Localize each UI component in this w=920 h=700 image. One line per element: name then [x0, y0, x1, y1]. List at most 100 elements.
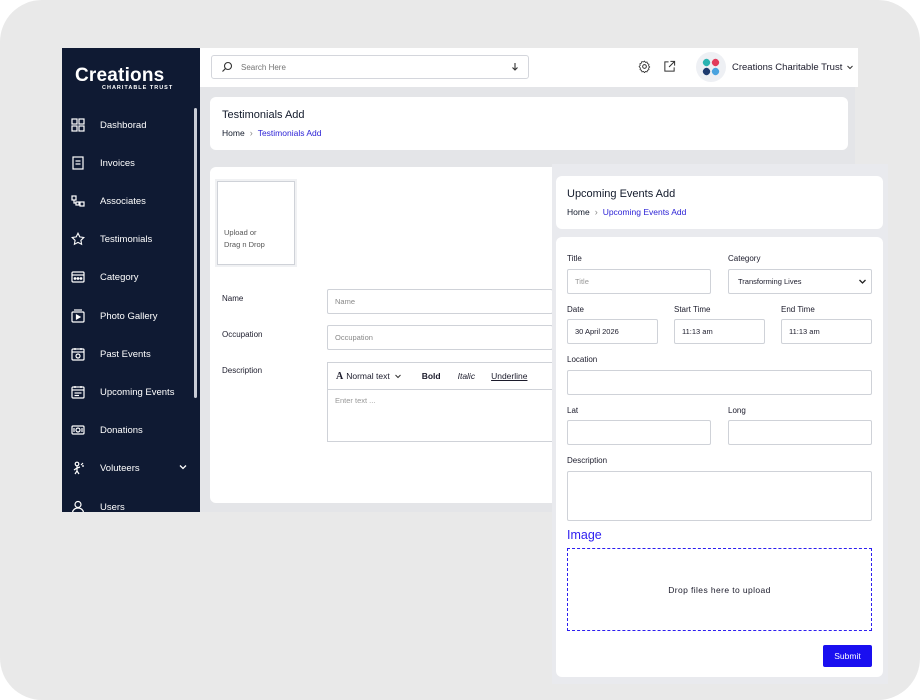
submit-button[interactable]: Submit	[823, 645, 872, 667]
description-label: Description	[567, 456, 608, 465]
image-heading: Image	[567, 528, 602, 542]
upload-hint-line: Upload or	[224, 228, 257, 237]
name-input[interactable]: Name	[327, 289, 553, 314]
breadcrumb-home[interactable]: Home	[222, 128, 245, 138]
description-textarea[interactable]	[567, 471, 872, 521]
breadcrumb: Home › Testimonials Add	[222, 128, 321, 138]
breadcrumb: Home › Upcoming Events Add	[567, 207, 686, 217]
category-select[interactable]: Transforming Lives	[728, 269, 872, 294]
name-label: Name	[222, 294, 244, 303]
image-upload-box[interactable]: Upload or Drag n Drop	[217, 181, 295, 265]
sidebar-item-users[interactable]: Users	[62, 495, 194, 512]
category-icon	[70, 269, 86, 285]
top-bar: Creations Charitable Trust	[200, 48, 858, 87]
brand-logo[interactable]: Creations CHARITABLE TRUST	[75, 65, 174, 92]
sidebar-item-testimonials[interactable]: Testimonials	[62, 227, 194, 251]
sidebar-item-label: Associates	[100, 195, 146, 207]
start-time-label: Start Time	[674, 305, 711, 314]
sidebar-item-label: Upcoming Events	[100, 386, 175, 398]
upcoming-header-card: Upcoming Events Add Home › Upcoming Even…	[556, 176, 883, 229]
date-input[interactable]: 30 April 2026	[567, 319, 658, 344]
sidebar-scrollbar[interactable]	[194, 108, 197, 398]
long-input[interactable]	[728, 420, 872, 445]
sidebar-item-donations[interactable]: Donations	[62, 418, 194, 442]
money-icon	[70, 422, 86, 438]
logo-tagline: CHARITABLE TRUST	[102, 85, 174, 91]
title-label: Title	[567, 254, 582, 263]
upload-hint-line: Drag n Drop	[224, 240, 265, 249]
underline-button[interactable]: Underline	[491, 371, 527, 381]
sidebar-item-upcoming-events[interactable]: Upcoming Events	[62, 380, 194, 404]
chevron-down-icon[interactable]	[846, 63, 854, 71]
breadcrumb-home[interactable]: Home	[567, 207, 590, 217]
breadcrumb-current[interactable]: Testimonials Add	[258, 128, 322, 138]
category-label: Category	[728, 254, 761, 263]
gear-icon[interactable]	[638, 60, 651, 73]
external-link-icon[interactable]	[663, 60, 676, 73]
bold-button[interactable]: Bold	[422, 371, 441, 381]
dropzone-text: Drop files here to upload	[668, 584, 771, 595]
volunteer-icon	[70, 460, 86, 476]
breadcrumb-current[interactable]: Upcoming Events Add	[603, 207, 687, 217]
calendar-upcoming-icon	[70, 384, 86, 400]
start-time-input[interactable]: 11:13 am	[674, 319, 765, 344]
associates-icon	[70, 193, 86, 209]
sidebar-item-label: Dashborad	[100, 119, 147, 131]
format-value: Normal text	[346, 371, 390, 381]
logo-wordmark: Creations	[75, 65, 165, 86]
chevron-down-icon	[394, 374, 401, 379]
download-arrow-icon[interactable]	[510, 62, 520, 72]
photo-gallery-icon	[70, 308, 86, 324]
app-frame: Creations CHARITABLE TRUST Dashborad Inv…	[0, 0, 920, 700]
sidebar-item-past-events[interactable]: Past Events	[62, 342, 194, 366]
text-format-icon: A	[336, 370, 344, 382]
testimonials-header-card: Testimonials Add Home › Testimonials Add	[210, 97, 848, 150]
page-title: Testimonials Add	[222, 109, 305, 121]
sidebar-item-label: Users	[100, 501, 125, 513]
invoice-icon	[70, 155, 86, 171]
chevron-down-icon[interactable]	[178, 462, 188, 472]
breadcrumb-separator-icon: ›	[594, 207, 598, 217]
search-bar[interactable]	[211, 55, 529, 79]
category-selected-value: Transforming Lives	[738, 277, 802, 286]
end-time-input[interactable]: 11:13 am	[781, 319, 872, 344]
file-dropzone[interactable]: Drop files here to upload	[567, 548, 872, 631]
date-label: Date	[567, 305, 584, 314]
chevron-down-icon	[859, 279, 866, 284]
org-logo-mark-icon	[702, 58, 720, 76]
star-icon	[70, 231, 86, 247]
end-time-label: End Time	[781, 305, 815, 314]
sidebar-item-photo-gallery[interactable]: Photo Gallery	[62, 304, 194, 328]
org-name: Creations Charitable Trust	[732, 61, 843, 73]
sidebar-item-label: Testimonials	[100, 233, 153, 245]
sidebar-item-label: Voluteers	[100, 462, 140, 474]
sidebar-item-label: Invoices	[100, 157, 135, 169]
search-input[interactable]	[241, 62, 510, 72]
title-input[interactable]: Title	[567, 269, 711, 294]
location-input[interactable]	[567, 370, 872, 395]
format-dropdown[interactable]: A Normal text	[336, 371, 402, 382]
user-icon	[70, 499, 86, 512]
sidebar-item-volunteers[interactable]: Voluteers	[62, 456, 194, 480]
italic-button[interactable]: Italic	[458, 371, 475, 381]
sidebar-item-dashboard[interactable]: Dashborad	[62, 113, 194, 137]
description-label: Description	[222, 366, 263, 375]
sidebar: Creations CHARITABLE TRUST Dashborad Inv…	[62, 48, 200, 512]
sidebar-item-label: Category	[100, 271, 139, 283]
location-label: Location	[567, 355, 598, 364]
sidebar-item-category[interactable]: Category	[62, 265, 194, 289]
search-icon	[222, 61, 233, 72]
rich-text-editor: A Normal text Bold Italic Underline Ente…	[327, 362, 553, 442]
org-logo	[696, 52, 726, 82]
account-menu[interactable]: Creations Charitable Trust	[696, 52, 854, 82]
sidebar-item-label: Donations	[100, 424, 143, 436]
upload-hint: Upload or Drag n Drop	[224, 227, 265, 251]
sidebar-item-invoices[interactable]: Invoices	[62, 151, 194, 175]
sidebar-item-associates[interactable]: Associates	[62, 189, 194, 213]
occupation-input[interactable]: Occupation	[327, 325, 553, 350]
editor-body[interactable]: Enter text ...	[328, 390, 552, 411]
sidebar-item-label: Photo Gallery	[100, 310, 158, 322]
occupation-label: Occupation	[222, 330, 263, 339]
grid-icon	[70, 117, 86, 133]
lat-input[interactable]	[567, 420, 711, 445]
